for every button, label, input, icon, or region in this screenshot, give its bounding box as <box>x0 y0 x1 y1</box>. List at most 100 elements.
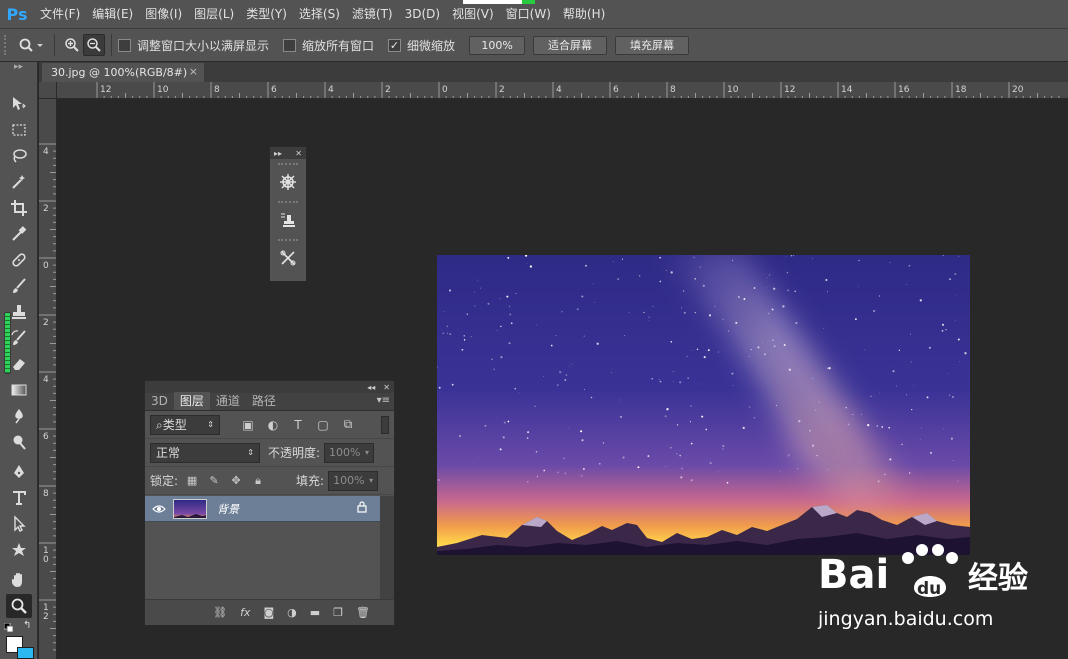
document-tab-title: 30.jpg @ 100%(RGB/8#) <box>51 66 188 79</box>
add-mask-icon[interactable]: ◙ <box>263 606 274 619</box>
fit-screen-button[interactable]: 适合屏幕 <box>533 35 608 55</box>
scrubby-zoom-checkbox[interactable]: ✓ <box>388 38 402 52</box>
blur-tool-icon[interactable] <box>6 404 32 428</box>
layer-filter-row: ⌕类型 ⇕ ▣ ◐ T ▢ ⧉ <box>145 411 394 439</box>
default-colors-icon[interactable] <box>3 622 14 633</box>
gradient-tool-icon[interactable] <box>6 378 32 402</box>
smart-object-filter-icon[interactable]: ⧉ <box>340 417 356 433</box>
ruler-label: 2 <box>43 204 49 214</box>
close-panel-icon[interactable]: ✕ <box>295 149 302 158</box>
pen-tool-icon[interactable] <box>6 460 32 484</box>
pixel-filter-icon[interactable]: ▣ <box>240 417 256 433</box>
tab-layers[interactable]: 图层 <box>173 392 210 410</box>
menu-edit[interactable]: 编辑(E) <box>86 0 139 28</box>
mini-panel-header[interactable]: ▸▸ ✕ <box>270 147 306 159</box>
fill-input[interactable]: 100% ▾ <box>328 470 379 491</box>
menu-select[interactable]: 选择(S) <box>293 0 346 28</box>
panel-menu-icon[interactable]: ▾≡ <box>377 395 390 406</box>
zoom-all-option[interactable]: 缩放所有窗口 <box>283 37 374 54</box>
hand-tool-icon[interactable] <box>6 568 32 592</box>
type-tool-icon[interactable] <box>6 486 32 510</box>
tab-channels[interactable]: 通道 <box>210 392 246 410</box>
zoom-all-checkbox[interactable] <box>283 38 297 52</box>
layers-scrollbar[interactable] <box>380 496 394 599</box>
new-group-icon[interactable]: ▬ <box>310 606 320 619</box>
close-panel-icon[interactable]: ✕ <box>383 383 390 392</box>
layers-panel-footer: ⛓ fx ◙ ◑ ▬ ❐ 🗑︎ <box>145 599 394 625</box>
lock-position-icon[interactable]: ✥ <box>228 473 244 489</box>
horizontal-ruler[interactable]: 12 10 8 6 4 2 0 2 4 6 8 10 12 14 16 18 20 <box>57 82 1068 99</box>
zoom-in-icon[interactable] <box>61 34 83 56</box>
menu-help[interactable]: 帮助(H) <box>557 0 611 28</box>
custom-shape-icon[interactable] <box>6 538 32 562</box>
zoom-tool-icon[interactable] <box>6 594 32 618</box>
blend-mode-select[interactable]: 正常 ⇕ <box>150 442 260 463</box>
menu-image[interactable]: 图像(I) <box>139 0 188 28</box>
blend-row: 正常 ⇕ 不透明度: 100% ▾ <box>145 439 394 467</box>
tab-paths[interactable]: 路径 <box>246 392 282 410</box>
link-layers-icon[interactable]: ⛓ <box>213 606 227 619</box>
tool-presets-icon[interactable] <box>270 243 306 273</box>
toolbar-grip[interactable]: ▸▸ <box>0 62 37 72</box>
menu-file[interactable]: 文件(F) <box>34 0 86 28</box>
chevron-down-icon[interactable]: ▾ <box>369 476 373 485</box>
layer-row[interactable]: 背景 <box>145 496 381 522</box>
options-grip[interactable] <box>4 35 14 55</box>
zoom-out-icon[interactable] <box>83 34 105 56</box>
swap-colors-icon[interactable]: ↰ <box>23 621 33 631</box>
filter-kind-value: ⌕类型 <box>156 418 187 432</box>
lock-transparent-icon[interactable]: ▦ <box>184 473 200 489</box>
eyedropper-icon[interactable] <box>6 222 32 246</box>
background-color-swatch[interactable] <box>17 647 34 659</box>
visibility-eye-icon[interactable] <box>145 504 173 514</box>
document-image[interactable] <box>437 255 970 555</box>
separator <box>111 34 112 56</box>
vertical-ruler[interactable]: 42024681012 <box>39 99 57 659</box>
lasso-tool-icon[interactable] <box>6 144 32 168</box>
menu-window[interactable]: 窗口(W) <box>500 0 557 28</box>
delete-layer-icon[interactable]: 🗑︎ <box>356 606 370 619</box>
chevron-down-icon[interactable]: ▾ <box>365 448 369 457</box>
magic-wand-icon[interactable] <box>6 170 32 194</box>
type-filter-icon[interactable]: T <box>290 417 306 433</box>
clone-source-icon[interactable] <box>270 205 306 235</box>
move-tool-icon[interactable] <box>6 92 32 116</box>
close-tab-icon[interactable]: × <box>189 65 198 78</box>
resize-windows-option[interactable]: 调整窗口大小以满屏显示 <box>118 37 269 54</box>
wheel-icon[interactable] <box>270 167 306 197</box>
marquee-tool-icon[interactable] <box>6 118 32 142</box>
shape-filter-icon[interactable]: ▢ <box>315 417 331 433</box>
path-selection-icon[interactable] <box>6 512 32 536</box>
zoom-100-button[interactable]: 100% <box>469 35 526 55</box>
scrubby-zoom-label: 细微缩放 <box>407 38 456 53</box>
filter-toggle[interactable] <box>381 415 389 434</box>
lock-image-icon[interactable]: ✎ <box>206 473 222 489</box>
tab-3d[interactable]: 3D <box>145 392 174 410</box>
ruler-origin[interactable] <box>39 82 57 99</box>
resize-windows-checkbox[interactable] <box>118 38 131 52</box>
menu-3d[interactable]: 3D(D) <box>399 0 446 28</box>
fill-screen-button[interactable]: 填充屏幕 <box>615 35 690 55</box>
layer-name[interactable]: 背景 <box>217 501 239 517</box>
document-tab[interactable]: 30.jpg @ 100%(RGB/8#) × <box>42 63 204 82</box>
lock-all-icon[interactable]: 🔒︎ <box>250 473 266 489</box>
dodge-tool-icon[interactable] <box>6 430 32 454</box>
healing-brush-icon[interactable] <box>6 248 32 272</box>
adjustment-layer-icon[interactable]: ◑ <box>287 606 297 619</box>
menu-type[interactable]: 类型(Y) <box>240 0 293 28</box>
new-layer-icon[interactable]: ❐ <box>333 606 343 619</box>
crop-tool-icon[interactable] <box>6 196 32 220</box>
menu-view[interactable]: 视图(V) <box>446 0 500 28</box>
svg-text:du: du <box>917 579 941 599</box>
zoom-tool-preset-icon[interactable] <box>14 34 48 56</box>
fx-icon[interactable]: fx <box>240 606 250 619</box>
scrubby-zoom-option[interactable]: ✓ 细微缩放 <box>388 37 455 54</box>
collapse-icon[interactable]: ◂◂ <box>367 383 375 392</box>
menu-filter[interactable]: 滤镜(T) <box>346 0 399 28</box>
brush-tool-icon[interactable] <box>6 274 32 298</box>
collapse-icon[interactable]: ▸▸ <box>274 149 282 158</box>
opacity-input[interactable]: 100% ▾ <box>324 442 375 463</box>
filter-kind-select[interactable]: ⌕类型 ⇕ <box>150 414 220 435</box>
adjustment-filter-icon[interactable]: ◐ <box>265 417 281 433</box>
menu-layer[interactable]: 图层(L) <box>188 0 240 28</box>
